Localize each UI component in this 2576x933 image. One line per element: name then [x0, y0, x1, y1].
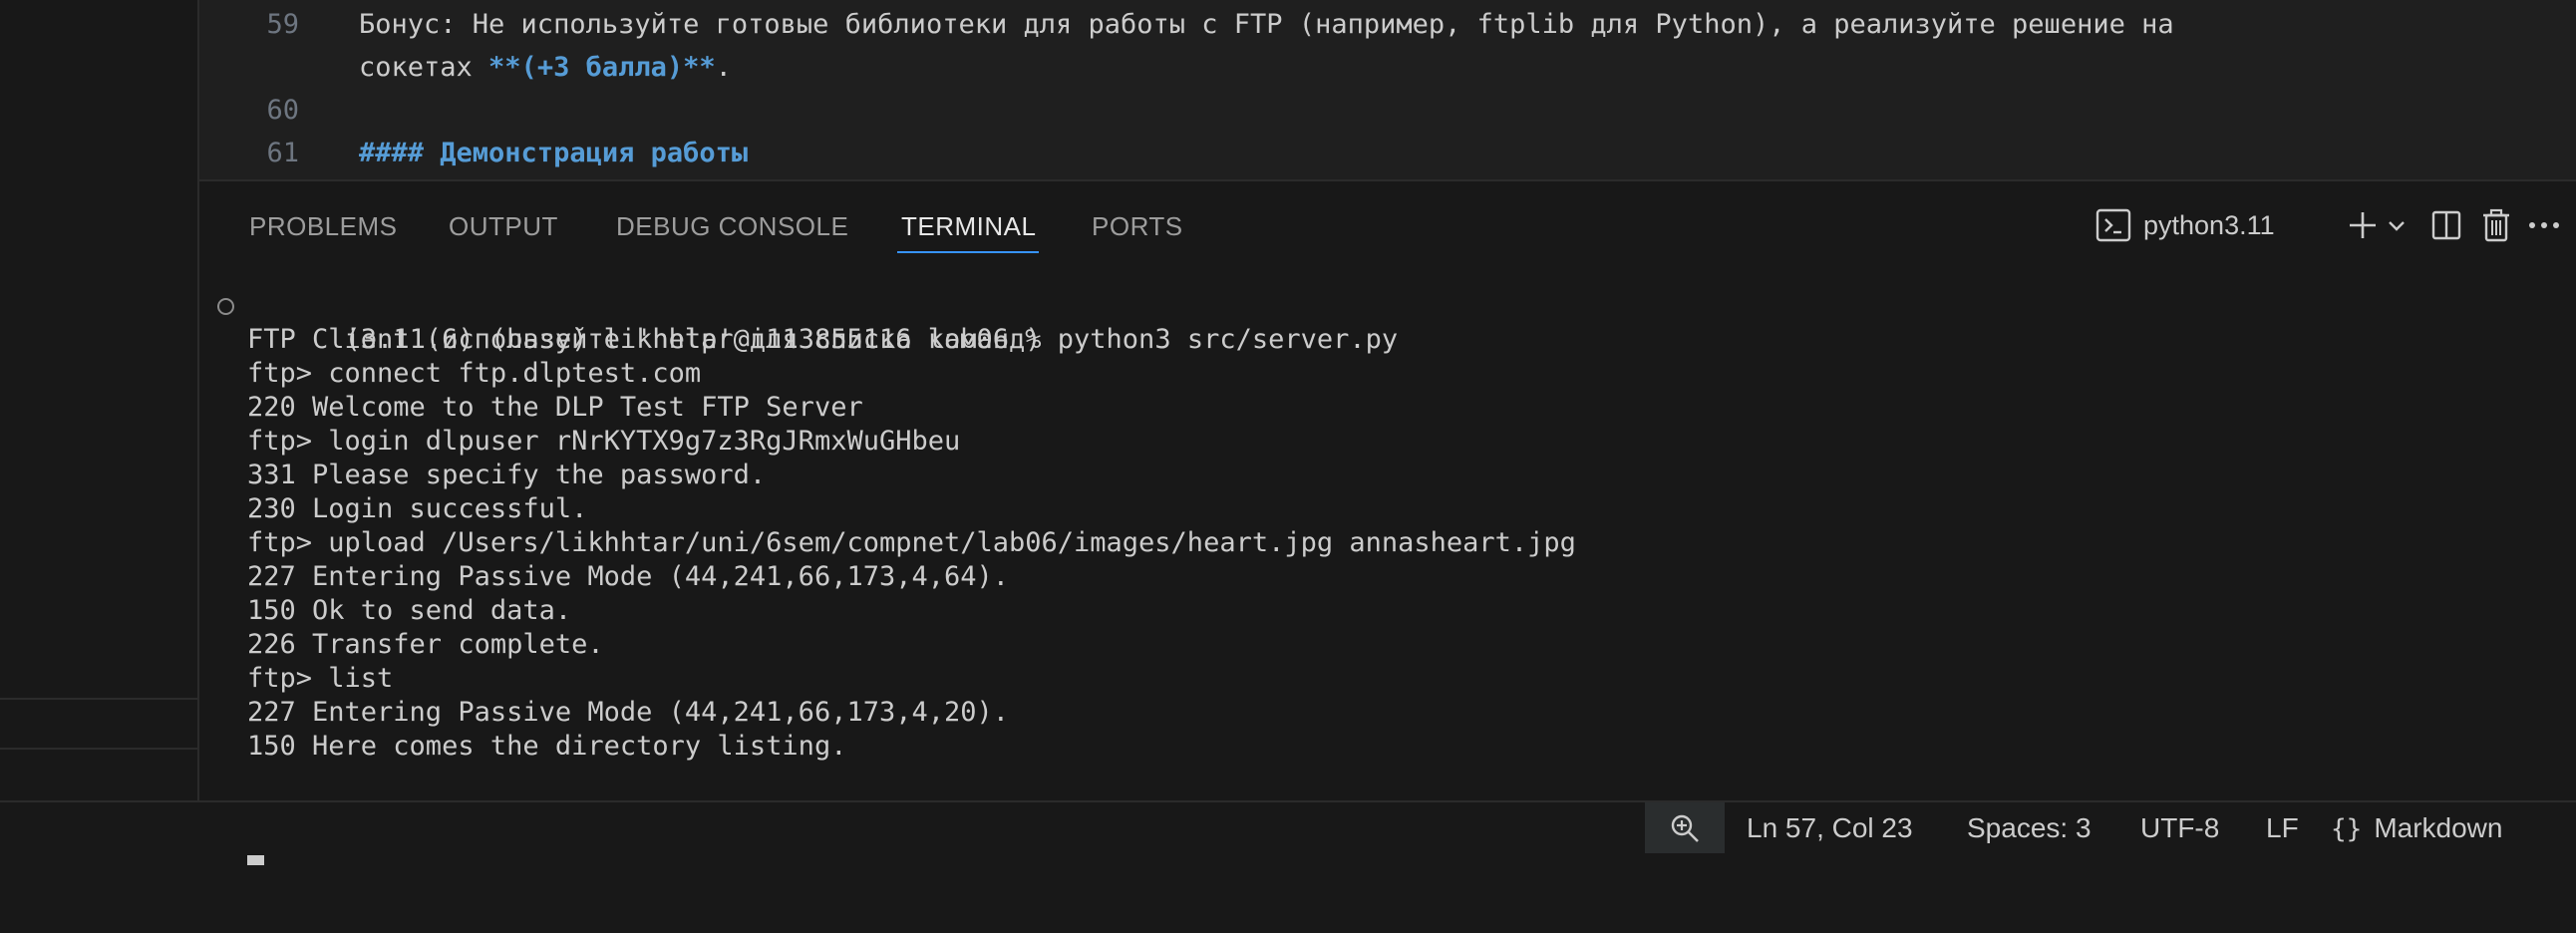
language-label: Markdown [2374, 812, 2503, 843]
braces-icon: {} [2331, 814, 2363, 844]
panel-tabs: PROBLEMS OUTPUT DEBUG CONSOLE TERMINAL P… [199, 181, 2576, 271]
tab-ports[interactable]: PORTS [1092, 209, 1183, 243]
sidebar-divider [0, 748, 197, 750]
terminal-line: ftp> upload /Users/likhhtar/uni/6sem/com… [247, 527, 1576, 558]
terminal-line: 150 Here comes the directory listing. [247, 731, 847, 762]
split-icon [2431, 210, 2461, 240]
terminal-line: ftp> login dlpuser rNrKYTX9g7z3RgJRmxWuG… [247, 426, 961, 457]
line-text: сокетах **(+3 балла)**. [359, 46, 732, 89]
indentation-setting[interactable]: Spaces: 3 [1967, 802, 2092, 853]
terminal-line: 230 Login successful. [247, 493, 588, 524]
sidebar-divider [0, 698, 197, 700]
terminal-output[interactable]: (3.11.6) (base) likhhtar@i113855116 lab0… [217, 289, 2540, 865]
zoom-button[interactable] [1645, 802, 1725, 853]
sidebar [0, 0, 199, 800]
line-text: Бонус: Не используйте готовые библиотеки… [359, 9, 2174, 40]
plus-icon [2350, 212, 2376, 238]
terminal-line: 226 Transfer complete. [247, 629, 604, 660]
tab-debug-console[interactable]: DEBUG CONSOLE [616, 209, 848, 243]
terminal-line: ftp> connect ftp.dlptest.com [247, 358, 702, 389]
more-actions-button[interactable] [2524, 203, 2564, 247]
line-number: 61 [266, 138, 299, 168]
active-tab-indicator [897, 251, 1039, 253]
zoom-in-icon [1671, 814, 1699, 842]
terminal-line: ftp> list [247, 663, 394, 694]
bottom-panel: PROBLEMS OUTPUT DEBUG CONSOLE TERMINAL P… [199, 181, 2576, 865]
terminal-dropdown-button[interactable] [2385, 203, 2409, 247]
editor-line[interactable]: сокетах **(+3 балла)**. [199, 46, 2576, 89]
encoding-setting[interactable]: UTF-8 [2140, 802, 2219, 853]
tab-terminal[interactable]: TERMINAL [901, 209, 1036, 243]
line-text-tail: . [715, 52, 732, 83]
tab-problems[interactable]: PROBLEMS [249, 209, 398, 243]
split-terminal-button[interactable] [2426, 203, 2466, 247]
terminal-line: 227 Entering Passive Mode (44,241,66,173… [247, 561, 1010, 592]
editor-line[interactable]: 59 Бонус: Не используйте готовые библиот… [199, 3, 2576, 46]
status-bar: Ln 57, Col 23 Spaces: 3 UTF-8 LF {} Markd… [0, 800, 2576, 855]
language-mode[interactable]: {} Markdown [2331, 802, 2502, 853]
ellipsis-icon [2529, 222, 2559, 228]
line-number: 59 [266, 9, 299, 40]
line-text-plain: сокетах [359, 52, 489, 83]
chevron-down-icon [2389, 221, 2405, 231]
tab-output[interactable]: OUTPUT [449, 209, 558, 243]
trash-icon [2483, 208, 2509, 242]
terminal-line: 150 Ok to send data. [247, 595, 572, 626]
terminal-line: 220 Welcome to the DLP Test FTP Server [247, 392, 863, 423]
kill-terminal-button[interactable] [2476, 203, 2516, 247]
editor[interactable]: 59 Бонус: Не используйте готовые библиот… [199, 0, 2576, 181]
terminal-name: python3.11 [2143, 210, 2275, 240]
eol-setting[interactable]: LF [2266, 802, 2299, 853]
terminal-icon [2095, 208, 2131, 242]
terminal-line: 227 Entering Passive Mode (44,241,66,173… [247, 697, 1010, 728]
command-decoration-icon[interactable] [217, 298, 234, 315]
terminal-prompt[interactable] [247, 764, 2540, 865]
cursor-position[interactable]: Ln 57, Col 23 [1747, 802, 1913, 853]
editor-line[interactable]: 61 #### Демонстрация работы [199, 132, 2576, 174]
panel-actions: python3.11 [2093, 203, 2572, 247]
line-number: 60 [266, 95, 299, 126]
line-text-bold: **(+3 балла)** [488, 52, 716, 83]
editor-line[interactable]: 60 [199, 89, 2576, 132]
new-terminal-button[interactable] [2343, 203, 2383, 247]
terminal-line: (3.11.6) (base) likhhtar@i113855116 lab0… [217, 289, 2540, 355]
terminal-instance-selector[interactable]: python3.11 [2093, 203, 2333, 247]
terminal-line: 331 Please specify the password. [247, 460, 767, 490]
terminal-line-text: (3.11.6) (base) likhhtar@i113855116 lab0… [344, 324, 1399, 355]
markdown-heading: #### Демонстрация работы [359, 138, 749, 168]
